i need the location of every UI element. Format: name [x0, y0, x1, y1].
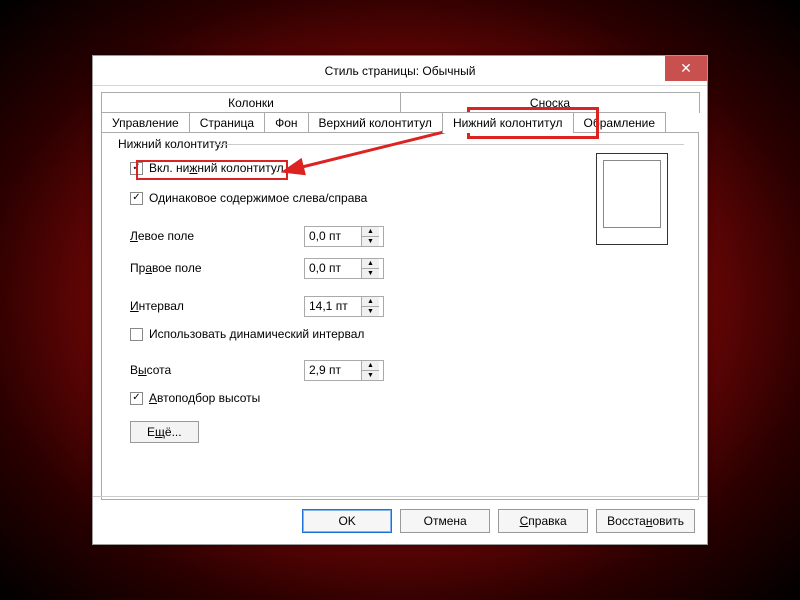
page-style-dialog: Стиль страницы: Обычный ✕ Колонки Сноска… — [92, 55, 708, 545]
cancel-button[interactable]: Отмена — [400, 509, 490, 533]
right-margin-input[interactable] — [305, 259, 361, 278]
tabs: Колонки Сноска Управление Страница Фон В… — [93, 86, 707, 133]
tab-background[interactable]: Фон — [264, 112, 308, 133]
titlebar: Стиль страницы: Обычный ✕ — [93, 56, 707, 86]
spin-down-icon[interactable]: ▼ — [362, 237, 379, 246]
spacing-label: Интервал — [130, 299, 304, 313]
spacing-input[interactable] — [305, 297, 361, 316]
close-icon: ✕ — [680, 60, 692, 77]
group-separator — [214, 144, 684, 145]
spacing-spinner[interactable]: ▲▼ — [304, 296, 384, 317]
autofit-label: Автоподбор высоты — [149, 391, 260, 405]
autofit-checkbox[interactable] — [130, 392, 143, 405]
spin-down-icon[interactable]: ▼ — [362, 269, 379, 278]
ok-button[interactable]: OK — [302, 509, 392, 533]
close-button[interactable]: ✕ — [665, 56, 707, 81]
dynamic-spacing-label: Использовать динамический интервал — [149, 327, 364, 341]
tab-columns[interactable]: Колонки — [101, 92, 401, 113]
spin-up-icon[interactable]: ▲ — [362, 259, 379, 269]
enable-footer-label: Вкл. нижний колонтитул — [149, 161, 284, 175]
left-margin-label: Левое поле — [130, 229, 304, 243]
left-margin-spinner[interactable]: ▲▼ — [304, 226, 384, 247]
height-spinner[interactable]: ▲▼ — [304, 360, 384, 381]
enable-footer-checkbox[interactable] — [130, 162, 143, 175]
tab-footer[interactable]: Нижний колонтитул — [442, 112, 574, 133]
spin-up-icon[interactable]: ▲ — [362, 297, 379, 307]
spin-down-icon[interactable]: ▼ — [362, 371, 379, 380]
spin-up-icon[interactable]: ▲ — [362, 361, 379, 371]
tab-footnote[interactable]: Сноска — [400, 92, 700, 113]
same-content-label: Одинаковое содержимое слева/справа — [149, 191, 367, 205]
left-margin-input[interactable] — [305, 227, 361, 246]
dialog-title: Стиль страницы: Обычный — [93, 64, 707, 78]
reset-button[interactable]: Восстановить — [596, 509, 695, 533]
spin-down-icon[interactable]: ▼ — [362, 307, 379, 316]
same-content-checkbox[interactable] — [130, 192, 143, 205]
spin-up-icon[interactable]: ▲ — [362, 227, 379, 237]
dynamic-spacing-checkbox[interactable] — [130, 328, 143, 341]
button-bar: OK Отмена Справка Восстановить — [93, 496, 707, 544]
height-label: Высота — [130, 363, 304, 377]
right-margin-label: Правое поле — [130, 261, 304, 275]
height-input[interactable] — [305, 361, 361, 380]
tab-borders[interactable]: Обрамление — [573, 112, 666, 133]
right-margin-spinner[interactable]: ▲▼ — [304, 258, 384, 279]
more-button[interactable]: Ещё... — [130, 421, 199, 443]
tab-page[interactable]: Страница — [189, 112, 265, 133]
tab-organizer[interactable]: Управление — [101, 112, 190, 133]
tab-header[interactable]: Верхний колонтитул — [308, 112, 443, 133]
help-button[interactable]: Справка — [498, 509, 588, 533]
footer-panel: Нижний колонтитул Вкл. нижний колонтитул… — [101, 132, 699, 500]
